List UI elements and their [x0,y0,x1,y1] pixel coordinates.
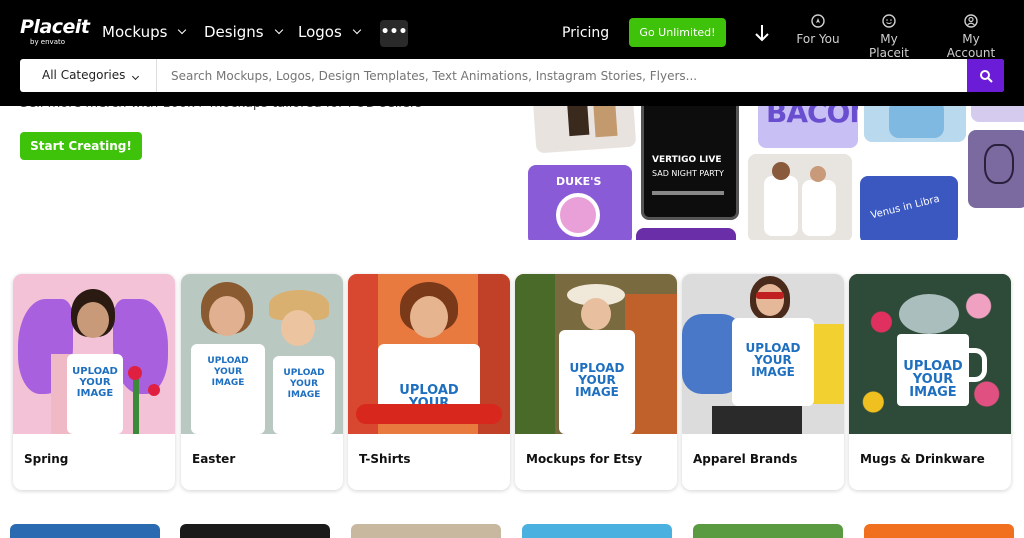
category-card-easter[interactable]: UPLOAD YOUR IMAGE UPLOAD YOUR IMAGE Easter [181,274,343,490]
category-card-tshirts[interactable]: UPLOADYOURIMAGE T-Shirts [348,274,510,490]
category-label: Apparel Brands [693,452,798,466]
for-you-link[interactable]: For You [796,14,840,46]
category-image: UPLOADYOURIMAGE [849,274,1011,434]
collage-tile-hand [968,130,1024,208]
chevron-down-icon [274,25,283,35]
hero-collage: VERTIGO LIVE SAD NIGHT PARTY BACON DUKE'… [526,90,1024,240]
collage-tile-dukes: DUKE'S [528,165,632,240]
collage-tile-venus: Venus in Libra [860,176,958,240]
collage-tile-couple-hoodies [748,154,852,240]
collage-tile-purple [636,228,736,240]
search-button[interactable] [967,59,1004,92]
my-placeit-link[interactable]: My Placeit [859,14,919,60]
placeit-logo[interactable]: Placeit by envato [20,16,90,46]
my-account-link[interactable]: My Account [937,14,1005,60]
download-icon[interactable] [753,22,771,44]
category-card-mockups-for-etsy[interactable]: UPLOAD YOUR IMAGE Mockups for Etsy [515,274,677,490]
chevron-down-icon [352,25,362,35]
chevron-down-icon [178,25,187,35]
category-card-partial[interactable] [693,524,843,538]
category-label: Mockups for Etsy [526,452,643,466]
category-label: Spring [24,452,69,466]
category-card-partial[interactable] [351,524,501,538]
category-image: UPLOADYOURIMAGE [348,274,510,434]
category-image: UPLOADYOURIMAGE [515,274,677,434]
category-card-partial[interactable] [522,524,672,538]
nav-mockups[interactable]: Mockups [102,23,187,41]
category-label: T-Shirts [359,452,411,466]
pricing-link[interactable]: Pricing [562,25,609,41]
category-card-spring[interactable]: UPLOAD YOUR IMAGE Spring [13,274,175,490]
search-icon [979,69,993,83]
category-select[interactable]: All Categories [20,59,157,92]
category-label: Easter [192,452,236,466]
more-menu-button[interactable]: ••• [380,20,408,47]
category-card-partial[interactable] [180,524,330,538]
chevron-down-icon [132,72,140,81]
nav-logos[interactable]: Logos [298,23,362,41]
top-navigation-bar: Placeit by envato Mockups Designs Logos … [0,0,1024,106]
start-creating-button[interactable]: Start Creating! [20,132,142,160]
smiley-icon [882,14,896,28]
compass-icon [811,14,825,28]
category-image: UPLOADYOURIMAGE [13,274,175,434]
category-card-mugs-drinkware[interactable]: UPLOAD YOUR IMAGE Mugs & Drinkware [849,274,1011,490]
category-label: Mugs & Drinkware [860,452,985,466]
category-cards: UPLOAD YOUR IMAGE Spring UPLOAD YOUR IMAGE U… [13,274,1011,492]
search-bar: All Categories [20,59,1004,92]
next-category-row [0,524,1024,538]
go-unlimited-button[interactable]: Go Unlimited! [629,18,726,47]
search-input[interactable] [171,59,961,92]
user-icon [964,14,978,28]
nav-designs[interactable]: Designs [204,23,283,41]
category-card-apparel-brands[interactable]: UPLOAD YOUR IMAGE Apparel Brands [682,274,844,490]
category-image: UPLOAD YOUR IMAGE UPLOAD YOUR IMAGE [181,274,343,434]
category-card-partial[interactable] [864,524,1014,538]
category-image: UPLOADYOURIMAGE [682,274,844,434]
collage-tile-vertigo: VERTIGO LIVE SAD NIGHT PARTY [641,90,739,220]
category-card-partial[interactable] [10,524,160,538]
